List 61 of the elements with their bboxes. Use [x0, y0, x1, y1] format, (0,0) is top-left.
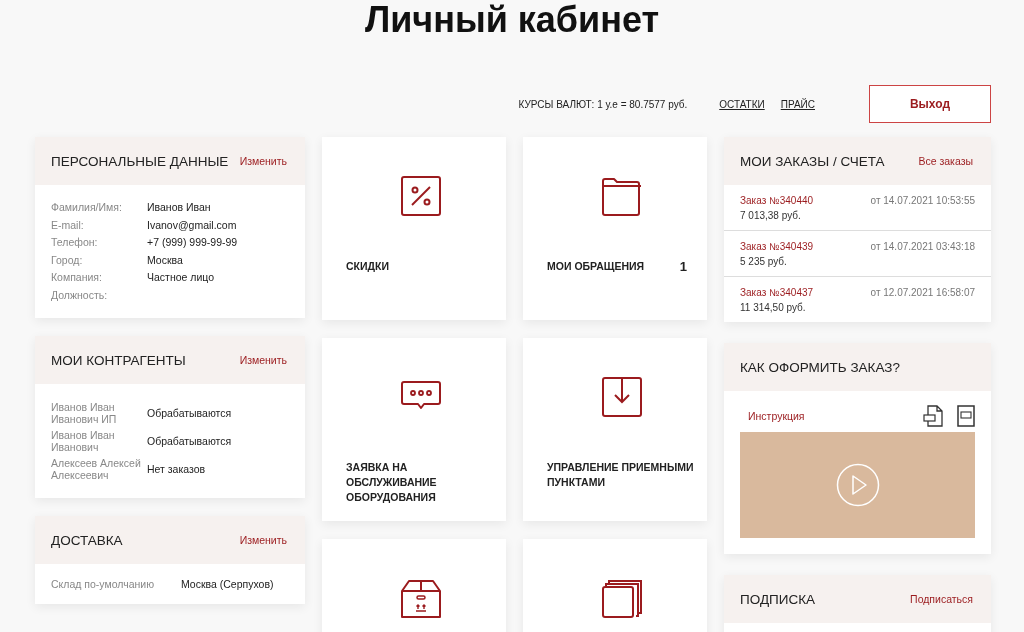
counterparty-status: Обрабатываются: [147, 435, 233, 448]
card-link[interactable]: Изменить: [239, 155, 287, 167]
download-icon: [601, 376, 643, 418]
card-title: ПОДПИСКА: [740, 591, 816, 607]
card-link[interactable]: Все заказы: [918, 155, 973, 167]
field-value: Частное лицо: [147, 270, 216, 285]
tile-label: УПРАВЛЕНИЕ ПРИЕМНЫМИ ПУНКТАМИ: [547, 460, 695, 490]
field-value: Иванов Иван: [147, 200, 212, 215]
tile-count: 1: [679, 259, 687, 274]
field-label: E-mail:: [51, 217, 85, 233]
tile-label: СКИДКИ: [346, 259, 389, 274]
card-title: МОИ ЗАКАЗЫ / СЧЕТА: [740, 153, 885, 169]
order-link[interactable]: Заказ №340437: [740, 285, 814, 300]
tile-label: ЗАЯВКА НА ОБСЛУЖИВАНИЕ ОБОРУДОВАНИЯ: [346, 460, 438, 505]
counterparty-status: Обрабатываются: [147, 407, 233, 420]
folder-icon: [601, 175, 643, 217]
card-link[interactable]: Подписаться: [910, 593, 973, 605]
logout-button[interactable]: Выход: [869, 85, 991, 123]
order-date: от 12.07.2021 16:58:07: [870, 286, 975, 300]
field-label: Компания:: [51, 270, 103, 285]
card-title: ПЕРСОНАЛЬНЫЕ ДАННЫЕ: [51, 153, 229, 169]
tile-label: МОИ ОБРАЩЕНИЯ: [547, 259, 645, 274]
order-date: от 14.07.2021 03:43:18: [870, 240, 975, 254]
menu-tile[interactable]: СКИДКИ: [322, 137, 506, 320]
nav-link[interactable]: ОСТАТКИ: [719, 98, 765, 110]
field-value: Ivanov@gmail.com: [147, 217, 238, 233]
order-sum: 11 314,50 руб.: [740, 301, 807, 315]
order-date: от 14.07.2021 10:53:55: [870, 194, 975, 208]
box-icon: [400, 577, 442, 619]
currency-rates: КУРСЫ ВАЛЮТ: 1 у.е = 80.7577 руб.: [518, 98, 688, 110]
card-link[interactable]: Изменить: [239, 534, 287, 546]
card-title: МОИ КОНТРАГЕНТЫ: [51, 352, 186, 368]
counterparty-name: Иванов Иван Иванович ИП: [51, 402, 118, 425]
menu-tile[interactable]: ЗАЯВКА НА ОБСЛУЖИВАНИЕ ОБОРУДОВАНИЯ: [322, 338, 506, 521]
order-link[interactable]: Заказ №340440: [740, 193, 814, 208]
field-label: Телефон:: [51, 235, 99, 250]
order-sum: 7 013,38 руб.: [740, 209, 802, 223]
percent-icon: [400, 175, 442, 217]
card-title: ДОСТАВКА: [51, 532, 123, 548]
counterparty-status: Нет заказов: [147, 463, 207, 476]
card-link[interactable]: Изменить: [239, 354, 287, 366]
counterparty-name: Иванов Иван Иванович: [51, 430, 116, 453]
menu-tile[interactable]: МОИ ОБРАЩЕНИЯ 1: [523, 137, 707, 320]
field-value: Москва: [147, 252, 184, 268]
instruction-link[interactable]: Инструкция: [748, 410, 909, 422]
field-label: Должность:: [51, 287, 109, 303]
field-label: Фамилия/Имя:: [51, 200, 123, 215]
doc-file-icon[interactable]: [957, 405, 975, 427]
field-label: Склад по-умолчанию: [51, 578, 156, 590]
counterparty-name: Алексеев Алексей Алексеевич: [51, 458, 142, 481]
order-sum: 5 235 руб.: [740, 255, 788, 269]
pdf-file-icon[interactable]: [923, 405, 943, 427]
order-link[interactable]: Заказ №340439: [740, 239, 814, 254]
page-title: Личный кабинет: [363, 0, 661, 40]
nav-link[interactable]: ПРАЙС: [780, 98, 815, 110]
field-value: Москва (Серпухов): [181, 578, 275, 590]
card-title: КАК ОФОРМИТЬ ЗАКАЗ?: [740, 359, 900, 375]
stack-icon: [601, 577, 643, 619]
field-value: +7 (999) 999-99-99: [147, 235, 239, 250]
menu-tile[interactable]: УПРАВЛЕНИЕ ПРИЕМНЫМИ ПУНКТАМИ: [523, 338, 707, 521]
field-label: Город:: [51, 252, 84, 268]
